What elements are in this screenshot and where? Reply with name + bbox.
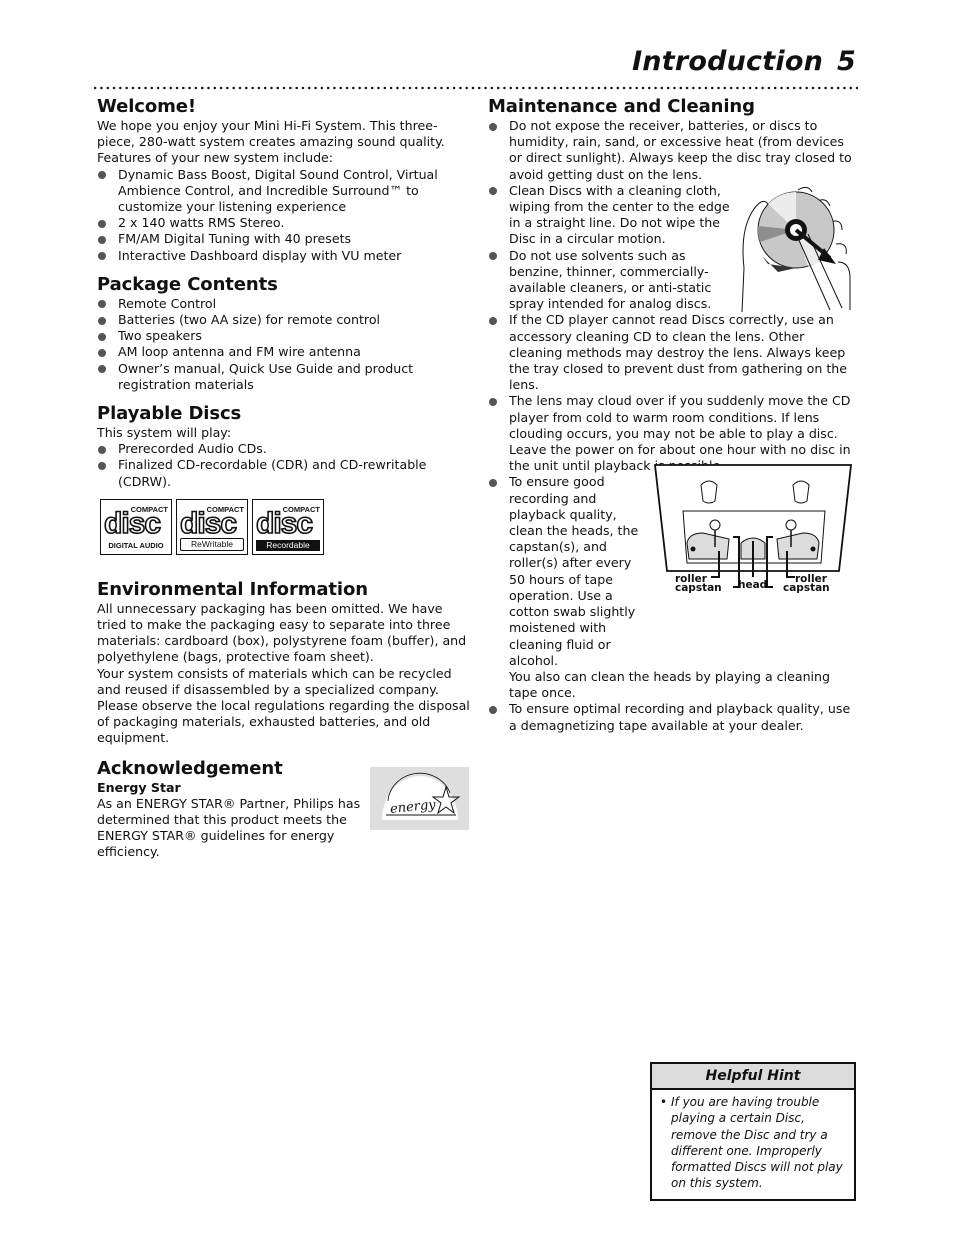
environment-heading: Environmental Information <box>97 578 368 600</box>
list-item: Clean Discs with a cleaning cloth, wipin… <box>488 183 737 248</box>
package-heading: Package Contents <box>97 273 278 295</box>
welcome-section: Welcome! We hope you enjoy your Mini Hi-… <box>97 96 472 264</box>
left-column: Welcome! We hope you enjoy your Mini Hi-… <box>97 96 472 871</box>
discs-intro: This system will play: <box>97 425 232 441</box>
label-capstan-left: capstan <box>675 582 722 593</box>
bullet-icon <box>98 461 106 470</box>
bullet-icon <box>98 171 106 180</box>
list-item: Two speakers <box>97 328 472 344</box>
bullet-icon <box>489 252 497 261</box>
environment-para-1: All unnecessary packaging has been omitt… <box>97 600 467 665</box>
list-item: Do not expose the receiver, batteries, o… <box>488 118 860 183</box>
disc-logos: COMPACT disc DIGITAL AUDIO COMPACT disc … <box>100 498 472 555</box>
page-title: Introduction 5 <box>632 48 856 75</box>
list-item: Interactive Dashboard display with VU me… <box>97 248 472 264</box>
bullet-icon <box>489 397 497 406</box>
label-head: head <box>738 579 767 591</box>
bullet-icon <box>489 122 497 131</box>
bullet-icon <box>489 478 497 487</box>
list-item: Dynamic Bass Boost, Digital Sound Contro… <box>97 167 472 216</box>
maintenance-heading: Maintenance and Cleaning <box>488 96 755 117</box>
package-list: Remote Control Batteries (two AA size) f… <box>97 296 472 393</box>
label-capstan-right: capstan <box>783 582 830 593</box>
discs-section: Playable Discs This system will play: Pr… <box>97 403 472 555</box>
list-item: 2 x 140 watts RMS Stereo. <box>97 215 472 231</box>
list-item: FM/AM Digital Tuning with 40 presets <box>97 231 472 247</box>
list-item: Do not use solvents such as benzine, thi… <box>488 248 737 313</box>
bullet-icon <box>98 252 106 261</box>
energy-star-logo: energy <box>370 767 469 830</box>
list-item: To ensure optimal recording and playback… <box>488 701 860 733</box>
bullet-icon <box>98 235 106 244</box>
energy-star-text: As an ENERGY STAR® Partner, Philips has … <box>97 795 361 860</box>
section-title: Introduction <box>632 46 823 77</box>
bullet-icon <box>98 348 106 357</box>
features-list: Dynamic Bass Boost, Digital Sound Contro… <box>97 167 472 264</box>
helpful-hint-body: • If you are having trouble playing a ce… <box>652 1090 854 1199</box>
environment-section: Environmental Information All unnecessar… <box>97 579 472 747</box>
page-number: 5 <box>837 46 856 77</box>
tape-extra-text: You also can clean the heads by playing … <box>509 668 831 701</box>
welcome-heading: Welcome! <box>97 96 196 117</box>
bullet-icon <box>98 300 106 309</box>
discs-list: Prerecorded Audio CDs. Finalized CD-reco… <box>97 441 472 490</box>
helpful-hint-box: Helpful Hint • If you are having trouble… <box>650 1062 856 1201</box>
bullet-icon <box>489 316 497 325</box>
bullet-icon <box>98 219 106 228</box>
list-item: If the CD player cannot read Discs corre… <box>488 312 860 393</box>
disc-cleaning-illustration <box>738 182 856 313</box>
bullet-icon <box>98 316 106 325</box>
bullet-icon <box>98 332 106 341</box>
compact-disc-recordable-logo: COMPACT disc Recordable <box>252 498 324 555</box>
hint-bullet-icon: • <box>660 1095 668 1109</box>
list-item: Owner’s manual, Quick Use Guide and prod… <box>97 361 472 393</box>
welcome-intro: We hope you enjoy your Mini Hi-Fi System… <box>97 118 445 166</box>
bullet-icon <box>98 445 106 454</box>
bullet-icon <box>98 365 106 374</box>
bullet-icon <box>489 187 497 196</box>
helpful-hint-text: If you are having trouble playing a cert… <box>671 1095 843 1191</box>
tape-deck-illustration: roller capstan head roller capstan <box>653 463 853 594</box>
environment-para-2: Your system consists of materials which … <box>97 665 470 746</box>
list-item: Batteries (two AA size) for remote contr… <box>97 312 472 328</box>
package-section: Package Contents Remote Control Batterie… <box>97 274 472 393</box>
list-item: Prerecorded Audio CDs. <box>97 441 472 457</box>
list-item: Remote Control <box>97 296 472 312</box>
compact-disc-digital-audio-logo: COMPACT disc DIGITAL AUDIO <box>100 498 172 555</box>
bullet-icon <box>489 705 497 714</box>
list-item: AM loop antenna and FM wire antenna <box>97 344 472 360</box>
dotted-divider <box>92 86 858 90</box>
compact-disc-rewritable-logo: COMPACT disc ReWritable <box>176 498 248 555</box>
discs-heading: Playable Discs <box>97 403 242 425</box>
helpful-hint-title: Helpful Hint <box>652 1064 854 1090</box>
list-item: Finalized CD-recordable (CDR) and CD-rew… <box>97 457 472 489</box>
